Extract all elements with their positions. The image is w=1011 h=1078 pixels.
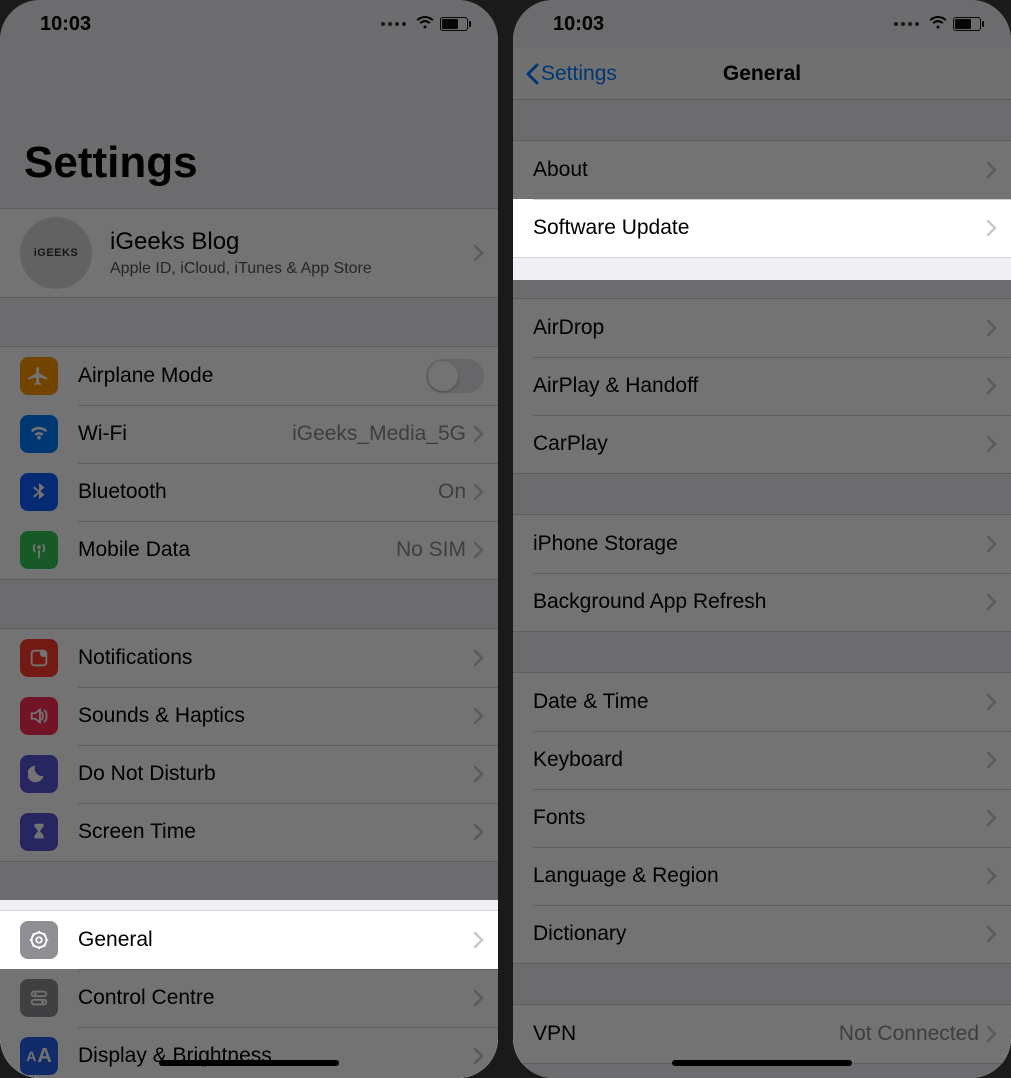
general-row[interactable]: General [0, 911, 498, 969]
dim-overlay-bottom [513, 280, 1011, 1078]
home-indicator[interactable] [159, 1060, 339, 1066]
chevron-right-icon [474, 932, 484, 948]
dim-overlay-top [0, 0, 498, 900]
dim-overlay-top [513, 0, 1011, 222]
row-label: Software Update [533, 216, 987, 240]
row-label: General [78, 928, 474, 952]
general-screen: 10:03 Settings General About Software Up… [513, 0, 1011, 1078]
chevron-right-icon [987, 220, 997, 236]
home-indicator[interactable] [672, 1060, 852, 1066]
settings-screen: 10:03 Settings iGEEKS iGeeks Blog Apple … [0, 0, 498, 1078]
software-update-row[interactable]: Software Update [513, 199, 1011, 257]
gear-icon [20, 921, 58, 959]
